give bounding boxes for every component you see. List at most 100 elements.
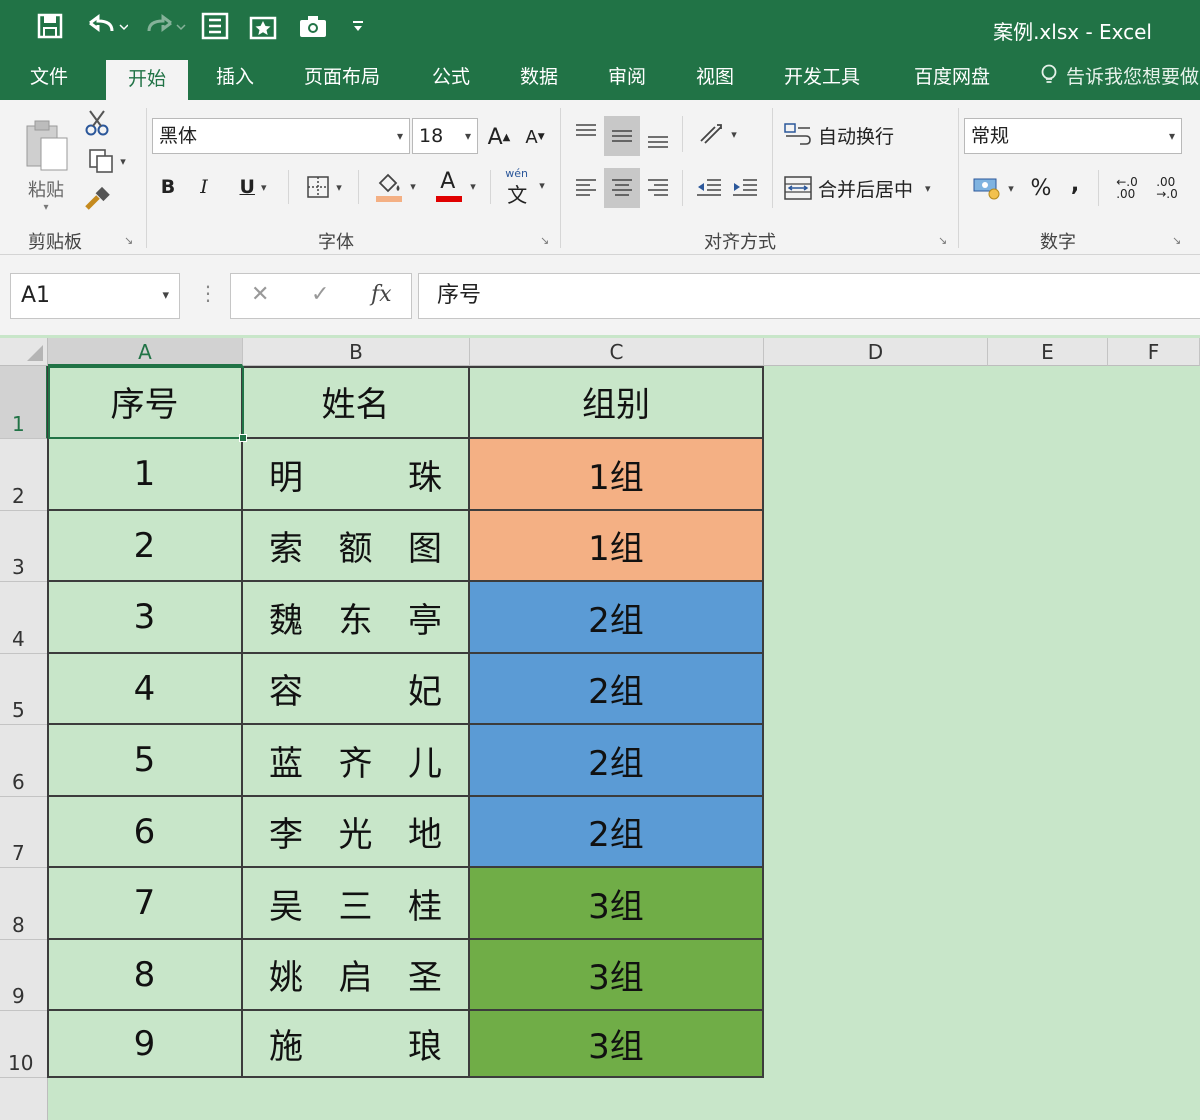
formula-input[interactable]: 序号 [418, 273, 1200, 319]
align-center-button[interactable] [604, 168, 640, 208]
cell-b2[interactable]: 明珠 [243, 439, 470, 511]
row-header-2[interactable]: 2 [0, 439, 48, 511]
align-top-button[interactable] [570, 116, 602, 152]
wrap-text-button[interactable]: 自动换行 [784, 118, 904, 152]
tab-formulas[interactable]: 公式 [432, 56, 470, 100]
decrease-decimal-button[interactable]: .00 →.0 [1148, 170, 1186, 206]
name-box[interactable]: A1 ▾ [10, 273, 180, 319]
tab-insert[interactable]: 插入 [216, 56, 254, 100]
cell-c3[interactable]: 1组 [470, 511, 764, 582]
format-painter-button[interactable] [82, 184, 112, 214]
undo-icon[interactable] [82, 8, 130, 44]
tab-file[interactable]: 文件 [30, 56, 68, 100]
merge-center-button[interactable]: 合并后居中 ▾ [784, 170, 948, 206]
select-all-button[interactable] [0, 338, 48, 366]
column-header-b[interactable]: B [243, 338, 470, 366]
cell-b9[interactable]: 姚启圣 [243, 940, 470, 1011]
cell-b8[interactable]: 吴三桂 [243, 868, 470, 940]
bold-button[interactable]: B [156, 172, 180, 202]
percent-style-button[interactable]: % [1026, 170, 1056, 206]
orientation-button[interactable]: ▾ [692, 116, 742, 152]
row-header-10[interactable]: 10 [0, 1011, 48, 1078]
number-format-combo[interactable]: 常规 ▾ [964, 118, 1182, 154]
cell-c6[interactable]: 2组 [470, 725, 764, 797]
tab-page-layout[interactable]: 页面布局 [304, 56, 380, 100]
tab-baidu-netdisk[interactable]: 百度网盘 [914, 56, 990, 100]
increase-indent-button[interactable] [728, 170, 762, 206]
save-icon[interactable] [34, 8, 66, 44]
tab-review[interactable]: 审阅 [608, 56, 646, 100]
font-size-combo[interactable]: 18 ▾ [412, 118, 478, 154]
cell-b4[interactable]: 魏东亭 [243, 582, 470, 654]
cell-a6[interactable]: 5 [48, 725, 243, 797]
fill-handle[interactable] [239, 434, 247, 442]
row-header-5[interactable]: 5 [0, 654, 48, 725]
font-name-combo[interactable]: 黑体 ▾ [152, 118, 410, 154]
row-header-7[interactable]: 7 [0, 797, 48, 868]
cell-a9[interactable]: 8 [48, 940, 243, 1011]
tab-data[interactable]: 数据 [520, 56, 558, 100]
row-header-4[interactable]: 4 [0, 582, 48, 654]
font-launcher-icon[interactable]: ↘ [540, 234, 549, 247]
insert-function-icon[interactable]: fx [371, 282, 392, 307]
cell-c10[interactable]: 3组 [470, 1011, 764, 1078]
macro-icon[interactable] [246, 8, 280, 44]
cell-c4[interactable]: 2组 [470, 582, 764, 654]
paste-button[interactable]: 粘贴 ▾ [20, 110, 72, 220]
increase-decimal-button[interactable]: ←.0 .00 [1108, 170, 1146, 206]
phonetic-guide-button[interactable]: wén 文 ▾ [498, 166, 550, 207]
borders-button[interactable]: ▾ [298, 172, 350, 202]
row-header-8[interactable]: 8 [0, 868, 48, 940]
underline-button[interactable]: U ▾ [228, 172, 278, 202]
column-header-e[interactable]: E [988, 338, 1108, 366]
alignment-launcher-icon[interactable]: ↘ [938, 234, 947, 247]
italic-button[interactable]: I [192, 172, 216, 202]
cell-b10[interactable]: 施琅 [243, 1011, 470, 1078]
cell-a4[interactable]: 3 [48, 582, 243, 654]
decrease-indent-button[interactable] [692, 170, 726, 206]
cell-a8[interactable]: 7 [48, 868, 243, 940]
font-color-button[interactable]: A ▾ [428, 168, 482, 204]
redo-icon[interactable] [140, 8, 190, 44]
cell-b1[interactable]: 姓名 [243, 366, 470, 439]
cell-a5[interactable]: 4 [48, 654, 243, 725]
cell-a7[interactable]: 6 [48, 797, 243, 868]
column-header-c[interactable]: C [470, 338, 764, 366]
column-header-d[interactable]: D [764, 338, 988, 366]
camera-icon[interactable] [296, 8, 330, 44]
column-header-f[interactable]: F [1108, 338, 1200, 366]
cancel-icon[interactable]: ✕ [251, 282, 269, 307]
align-left-button[interactable] [570, 170, 602, 206]
align-bottom-button[interactable] [642, 120, 674, 156]
tab-developer[interactable]: 开发工具 [784, 56, 860, 100]
cell-b5[interactable]: 容妃 [243, 654, 470, 725]
align-right-button[interactable] [642, 170, 674, 206]
row-header-1[interactable]: 1 [0, 366, 48, 439]
row-header-9[interactable]: 9 [0, 940, 48, 1011]
cell-b6[interactable]: 蓝齐儿 [243, 725, 470, 797]
cell-c5[interactable]: 2组 [470, 654, 764, 725]
row-header-6[interactable]: 6 [0, 725, 48, 797]
tab-view[interactable]: 视图 [696, 56, 734, 100]
row-header-3[interactable]: 3 [0, 511, 48, 582]
fill-color-button[interactable]: ▾ [368, 168, 422, 204]
align-middle-button[interactable] [604, 116, 640, 156]
cell-a10[interactable]: 9 [48, 1011, 243, 1078]
cell-b3[interactable]: 索额图 [243, 511, 470, 582]
column-header-a[interactable]: A [48, 338, 243, 366]
tell-me-box[interactable]: 告诉我您想要做 [1040, 56, 1199, 100]
cell-c9[interactable]: 3组 [470, 940, 764, 1011]
customize-toolbar-icon[interactable] [348, 8, 368, 44]
cell-b7[interactable]: 李光地 [243, 797, 470, 868]
cut-button[interactable] [82, 108, 112, 138]
shrink-font-button[interactable]: A ▼ [522, 122, 548, 152]
comma-style-button[interactable]: , [1062, 166, 1088, 202]
cell-a2[interactable]: 1 [48, 439, 243, 511]
resize-handle-icon[interactable]: ⋮ [198, 281, 218, 305]
number-launcher-icon[interactable]: ↘ [1172, 234, 1181, 247]
clipboard-launcher-icon[interactable]: ↘ [124, 234, 133, 247]
cell-c7[interactable]: 2组 [470, 797, 764, 868]
grow-font-button[interactable]: A ▲ [486, 122, 512, 152]
accounting-format-button[interactable]: ▾ [966, 170, 1020, 206]
cell-a3[interactable]: 2 [48, 511, 243, 582]
